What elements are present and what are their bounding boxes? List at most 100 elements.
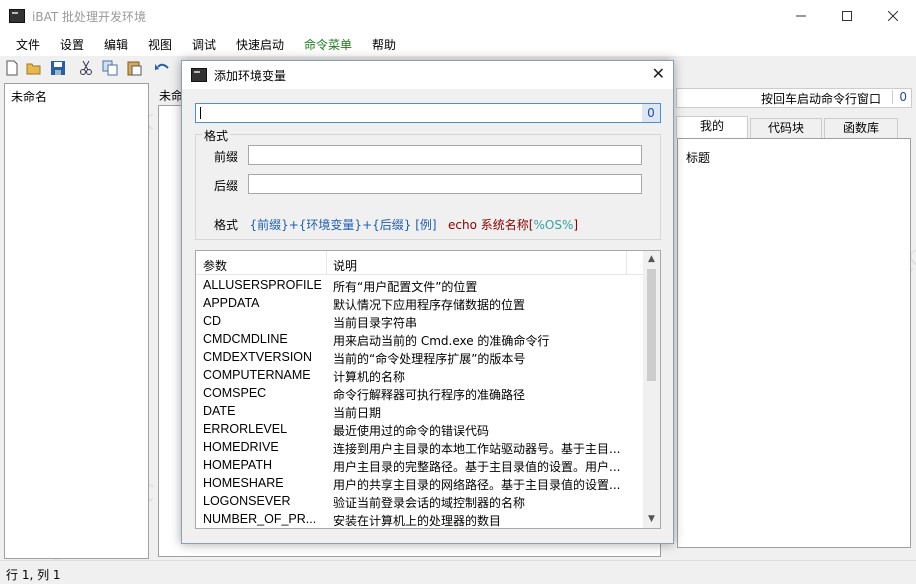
env-var-name: APPDATA — [203, 296, 260, 310]
env-var-name: LOGONSEVER — [203, 494, 291, 508]
menu-command[interactable]: 命令菜单 — [304, 36, 352, 53]
status-bar: 行 1, 列 1 — [0, 560, 916, 584]
list-item[interactable]: CMDEXTVERSION 当前的“命令处理程序扩展”的版本号 — [196, 349, 643, 367]
run-command-label[interactable]: 按回车启动命令行窗口 — [761, 90, 881, 107]
run-command-bar: 按回车启动命令行窗口 0 — [676, 88, 912, 108]
env-var-description: 当前目录字符串 — [333, 316, 418, 330]
env-var-description: 用来启动当前的 Cmd.exe 的准确命令行 — [333, 334, 550, 348]
env-var-name: CMDEXTVERSION — [203, 350, 313, 364]
column-header-param[interactable]: 参数 — [203, 257, 227, 274]
env-var-description: 计算机的名称 — [333, 370, 406, 384]
suffix-input[interactable] — [248, 174, 642, 194]
menu-view[interactable]: 视图 — [148, 36, 172, 53]
env-var-description: 最近使用过的命令的错误代码 — [333, 424, 490, 438]
env-var-name: COMSPEC — [203, 386, 267, 400]
file-list-pane: 未命名 — [4, 83, 149, 559]
menu-help[interactable]: 帮助 — [372, 36, 396, 53]
format-pattern: {前缀}+{环境变量}+{后缀} — [249, 218, 412, 232]
vertical-scrollbar[interactable]: ▲ ▼ — [643, 251, 660, 528]
menu-bar: 文件 设置 编辑 视图 调试 快速启动 命令菜单 帮助 — [0, 32, 916, 56]
format-line-label: 格式 — [214, 218, 239, 232]
paste-icon[interactable] — [126, 60, 142, 76]
terminal-icon — [191, 68, 207, 82]
dialog-title-bar: 添加环境变量 ✕ — [182, 61, 673, 89]
new-file-icon[interactable] — [4, 60, 20, 76]
menu-quick-launch[interactable]: 快速启动 — [236, 36, 284, 53]
cursor-position: 行 1, 列 1 — [6, 568, 61, 582]
window-title: iBAT 批处理开发环境 — [32, 10, 146, 24]
search-input[interactable]: 0 — [195, 103, 661, 123]
text-caret — [200, 107, 201, 119]
env-var-description: 连接到用户主目录的本地工作站驱动器号。基于主目... — [333, 442, 621, 456]
match-count: 0 — [642, 104, 660, 122]
env-var-name: HOMESHARE — [203, 476, 284, 490]
scroll-up-icon[interactable]: ▲ — [643, 251, 660, 268]
add-env-var-dialog: 添加环境变量 ✕ 0 格式 前缀 后缀 格式 {前缀}+{环境变量}+{后缀} … — [181, 60, 674, 544]
dialog-title: 添加环境变量 — [214, 69, 287, 83]
list-item[interactable]: LOGONSEVER 验证当前登录会话的域控制器的名称 — [196, 493, 643, 511]
env-var-name: ERRORLEVEL — [203, 422, 288, 436]
env-var-name: CD — [203, 314, 222, 328]
minimize-icon — [796, 15, 806, 17]
list-item[interactable]: COMPUTERNAME 计算机的名称 — [196, 367, 643, 385]
menu-debug[interactable]: 调试 — [192, 36, 216, 53]
list-item[interactable]: HOMEPATH 用户主目录的完整路径。基于主目录值的设置。用户... — [196, 457, 643, 475]
list-item[interactable]: ALLUSERSPROFILE 所有“用户配置文件”的位置 — [196, 277, 643, 295]
env-var-description: 安装在计算机上的处理器的数目 — [333, 514, 502, 528]
editor-tab[interactable]: 未命 — [159, 87, 183, 104]
env-var-list[interactable]: 参数 说明 ALLUSERSPROFILE 所有“用户配置文件”的位置 APPDAT… — [195, 250, 661, 529]
env-var-name: DATE — [203, 404, 236, 418]
menu-edit[interactable]: 编辑 — [104, 36, 128, 53]
save-icon[interactable] — [50, 60, 66, 76]
copy-icon[interactable] — [102, 60, 118, 76]
list-item[interactable]: CD 当前目录字符串 — [196, 313, 643, 331]
menu-settings[interactable]: 设置 — [60, 36, 84, 53]
list-item[interactable]: HOMESHARE 用户的共享主目录的网络路径。基于主目录值的设置... — [196, 475, 643, 493]
cut-icon[interactable] — [78, 60, 94, 76]
format-group: 格式 前缀 后缀 格式 {前缀}+{环境变量}+{后缀} [例] echo 系统… — [195, 127, 661, 240]
list-item[interactable]: APPDATA 默认情况下应用程序存储数据的位置 — [196, 295, 643, 313]
column-header-desc[interactable]: 说明 — [333, 257, 357, 274]
list-item[interactable]: CMDCMDLINE 用来启动当前的 Cmd.exe 的准确命令行 — [196, 331, 643, 349]
menu-file[interactable]: 文件 — [16, 36, 40, 53]
list-item[interactable]: NUMBER_OF_PR... 安装在计算机上的处理器的数目 — [196, 511, 643, 528]
list-item[interactable]: COMSPEC 命令行解释器可执行程序的准确路径 — [196, 385, 643, 403]
prefix-label: 前缀 — [214, 150, 239, 164]
scroll-thumb[interactable] — [647, 269, 656, 381]
maximize-button[interactable] — [824, 0, 870, 32]
column-divider[interactable] — [626, 251, 627, 275]
list-item[interactable]: ERRORLEVEL 最近使用过的命令的错误代码 — [196, 421, 643, 439]
tab-code-blocks[interactable]: 代码块 — [750, 118, 822, 138]
minimize-button[interactable] — [778, 0, 824, 32]
suffix-label: 后缀 — [214, 179, 239, 193]
env-var-description: 所有“用户配置文件”的位置 — [333, 280, 478, 294]
format-legend: 格式 — [202, 127, 231, 144]
list-header: 参数 说明 — [196, 251, 643, 275]
env-var-description: 当前的“命令处理程序扩展”的版本号 — [333, 352, 526, 366]
file-item[interactable]: 未命名 — [11, 88, 47, 105]
snippet-header: 标题 — [686, 151, 711, 165]
tab-mine[interactable]: 我的 — [676, 116, 748, 138]
env-var-name: ALLUSERSPROFILE — [203, 278, 322, 292]
env-var-description: 默认情况下应用程序存储数据的位置 — [333, 298, 526, 312]
terminal-icon — [9, 9, 25, 23]
snippet-panel: 标题 — [677, 138, 911, 548]
list-item[interactable]: DATE 当前日期 — [196, 403, 643, 421]
tab-function-library[interactable]: 函数库 — [824, 118, 898, 138]
env-var-description: 命令行解释器可执行程序的准确路径 — [333, 388, 526, 402]
run-count: 0 — [892, 90, 907, 104]
format-description: 格式 {前缀}+{环境变量}+{后缀} [例] echo 系统名称[%OS%] — [214, 216, 578, 233]
format-example-var: %OS% — [533, 218, 574, 232]
title-bar: iBAT 批处理开发环境 — [0, 0, 916, 32]
prefix-input[interactable] — [248, 145, 642, 165]
list-item[interactable]: HOMEDRIVE 连接到用户主目录的本地工作站驱动器号。基于主目... — [196, 439, 643, 457]
dialog-close-button[interactable]: ✕ — [652, 64, 665, 83]
env-var-name: HOMEPATH — [203, 458, 272, 472]
column-divider[interactable] — [326, 251, 327, 275]
undo-icon[interactable] — [154, 60, 170, 76]
open-folder-icon[interactable] — [26, 60, 42, 76]
right-tabs: 我的 代码块 函数库 — [676, 116, 912, 138]
close-button[interactable] — [870, 0, 916, 32]
env-var-description: 验证当前登录会话的域控制器的名称 — [333, 496, 526, 510]
scroll-down-icon[interactable]: ▼ — [643, 511, 660, 528]
